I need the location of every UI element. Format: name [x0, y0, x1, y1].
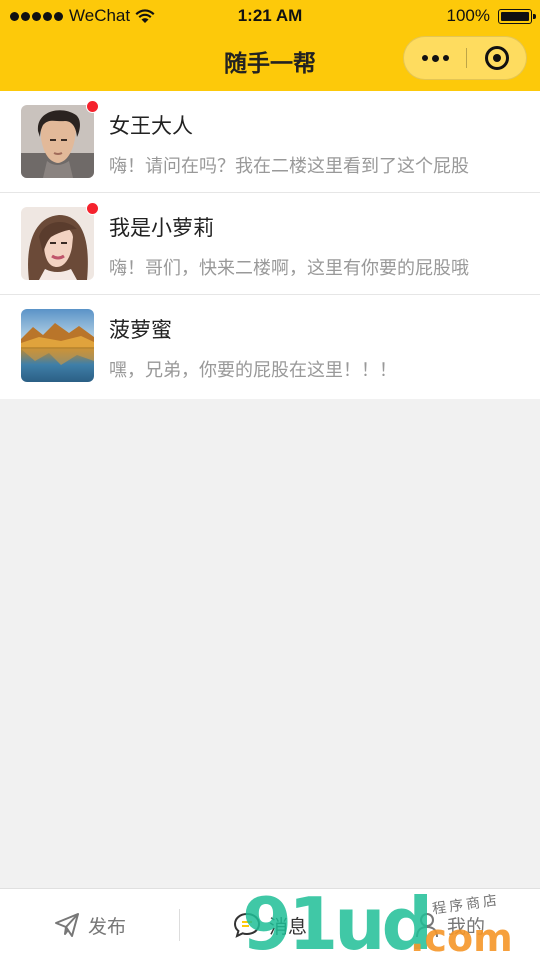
message-sender-name: 菠萝蜜 — [109, 318, 172, 342]
man-portrait-avatar — [21, 105, 94, 178]
tab-message-label: 消息 — [268, 915, 307, 938]
woman-portrait-avatar — [21, 207, 94, 280]
message-preview: 嘿，兄弟，你要的屁股在这里！！！ — [109, 360, 397, 381]
message-preview: 嗨！哥们，快来二楼啊，这里有你要的屁股哦 — [109, 258, 469, 279]
tab-mine[interactable]: 我的 — [360, 889, 540, 960]
tab-publish[interactable]: 发布 — [0, 889, 180, 960]
message-item[interactable]: 女王大人 嗨！请问在吗？我在二楼这里看到了这个屁股 — [0, 91, 540, 193]
unread-badge — [86, 100, 99, 113]
close-miniprogram-icon[interactable] — [467, 37, 527, 79]
chat-bubble-icon — [233, 912, 260, 938]
user-icon — [415, 913, 438, 938]
lake-landscape-avatar — [21, 309, 94, 382]
tab-bar: 发布 消息 我的 — [0, 888, 540, 960]
status-bar: WeChat 1:21 AM 100% — [0, 0, 540, 34]
paper-plane-icon — [54, 913, 79, 937]
more-options-icon[interactable] — [404, 37, 466, 79]
message-sender-name: 女王大人 — [109, 114, 193, 138]
battery-percentage: 100% — [446, 6, 490, 25]
tab-publish-label: 发布 — [87, 915, 126, 938]
header-bar: WeChat 1:21 AM 100% 随手一帮 — [0, 0, 540, 91]
tab-message[interactable]: 消息 — [180, 889, 360, 960]
message-item[interactable]: 菠萝蜜 嘿，兄弟，你要的屁股在这里！！！ — [0, 295, 540, 399]
tab-mine-label: 我的 — [446, 915, 485, 938]
message-item[interactable]: 我是小萝莉 嗨！哥们，快来二楼啊，这里有你要的屁股哦 — [0, 193, 540, 295]
message-sender-name: 我是小萝莉 — [109, 216, 214, 240]
message-list: 女王大人 嗨！请问在吗？我在二楼这里看到了这个屁股 我是小萝莉 嗨！哥们，快来二… — [0, 91, 540, 399]
status-right: 100% — [446, 6, 536, 26]
miniprogram-capsule — [403, 36, 527, 80]
message-preview: 嗨！请问在吗？我在二楼这里看到了这个屁股 — [109, 156, 469, 177]
battery-icon — [498, 8, 536, 24]
unread-badge — [86, 202, 99, 215]
